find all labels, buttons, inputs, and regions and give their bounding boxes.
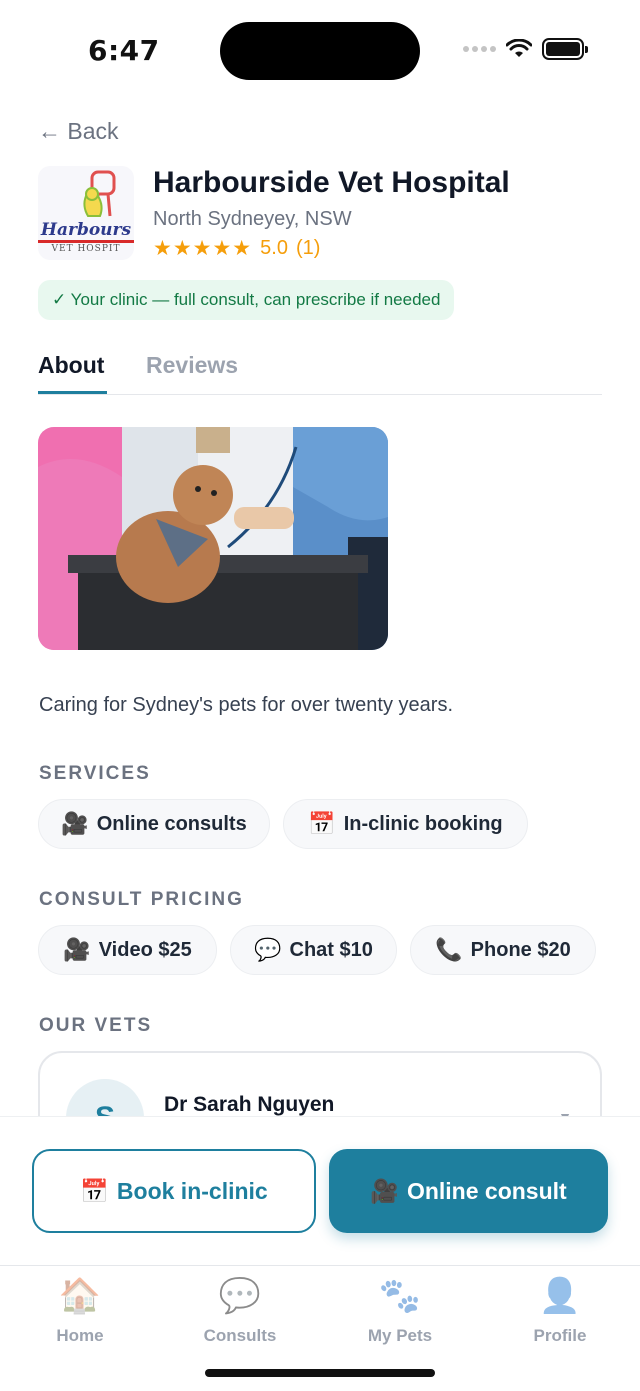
tab-reviews[interactable]: Reviews [146, 352, 238, 379]
clinic-photo [38, 427, 388, 650]
video-camera-icon: 🎥 [370, 1177, 399, 1204]
tab-home[interactable]: 🏠 Home [0, 1274, 160, 1346]
logo-stripe [38, 240, 134, 243]
online-consult-button[interactable]: 🎥 Online consult [329, 1149, 608, 1233]
calendar-icon: 📅 [308, 811, 336, 836]
paw-icon: 🐾 [378, 1277, 422, 1315]
calendar-icon: 📅 [80, 1177, 109, 1204]
service-chip-online-consults: 🎥 Online consults [38, 799, 270, 849]
price-chip-chat: 💬 Chat $10 [230, 925, 397, 975]
chip-label: Online consults [96, 812, 247, 835]
review-count: (1) [295, 237, 321, 259]
home-icon: 🏠 [58, 1277, 102, 1315]
profile-icon: 👤 [538, 1277, 582, 1315]
chip-label: In-clinic booking [343, 812, 503, 835]
tab-bar-segment: About Reviews [38, 348, 602, 395]
tab-my-pets[interactable]: 🐾 My Pets [320, 1274, 480, 1346]
cat-dog-logo-icon [83, 170, 116, 217]
rating-row[interactable]: ★★★★★ 5.0 (1) [153, 236, 320, 261]
pricing-heading: CONSULT PRICING [39, 889, 244, 910]
battery-icon [542, 38, 588, 60]
wifi-icon [506, 39, 532, 57]
tab-profile[interactable]: 👤 Profile [480, 1274, 640, 1346]
vet-name: Dr Sarah Nguyen [164, 1093, 335, 1116]
cellular-signal-icon [463, 46, 496, 52]
home-indicator [205, 1369, 435, 1377]
action-bar: 📅 Book in-clinic 🎥 Online consult [0, 1116, 640, 1264]
book-in-clinic-label: Book in-clinic [116, 1177, 268, 1204]
tab-label: Home [56, 1326, 104, 1345]
chip-label: Phone $20 [470, 938, 571, 961]
services-heading: SERVICES [39, 763, 151, 784]
dynamic-island [220, 22, 420, 80]
status-time: 6:47 [88, 34, 160, 67]
service-chip-in-clinic-booking: 📅 In-clinic booking [283, 799, 528, 849]
price-chip-phone: 📞 Phone $20 [410, 925, 596, 975]
status-bar: 6:47 [0, 0, 640, 100]
price-chip-video: 🎥 Video $25 [38, 925, 217, 975]
chat-bubble-icon: 💬 [254, 937, 282, 962]
tab-consults[interactable]: 💬 Consults [160, 1274, 320, 1346]
rating-value: 5.0 [260, 237, 288, 259]
clinic-location: North Sydneyey, NSW [153, 208, 352, 230]
phone-icon: 📞 [435, 937, 463, 962]
active-tab-indicator [38, 391, 107, 394]
online-consult-label: Online consult [406, 1177, 567, 1204]
clinic-name: Harbourside Vet Hospital [153, 166, 510, 199]
tab-about[interactable]: About [38, 352, 104, 379]
eligibility-badge: ✓ Your clinic — full consult, can prescr… [38, 280, 455, 320]
status-icons [463, 38, 588, 60]
vets-heading: OUR VETS [39, 1015, 153, 1036]
about-description: Caring for Sydney's pets for over twenty… [39, 694, 453, 716]
video-camera-icon: 🎥 [61, 811, 89, 836]
book-in-clinic-button[interactable]: 📅 Book in-clinic [32, 1149, 316, 1233]
chip-label: Chat $10 [289, 938, 373, 961]
logo-subtitle: VET HOSPIT [51, 244, 121, 254]
tab-label: Profile [533, 1326, 587, 1345]
video-camera-icon: 🎥 [63, 937, 91, 962]
star-rating-icon: ★★★★★ [153, 237, 253, 260]
logo-wordmark: Harbours [40, 220, 132, 240]
clinic-logo: Harbours VET HOSPIT [38, 166, 134, 260]
chip-label: Video $25 [98, 938, 192, 961]
back-button[interactable]: ← Back [38, 118, 119, 145]
chat-bubble-icon: 💬 [218, 1277, 262, 1315]
tab-label: Consults [203, 1326, 277, 1345]
tab-label: My Pets [367, 1326, 433, 1345]
